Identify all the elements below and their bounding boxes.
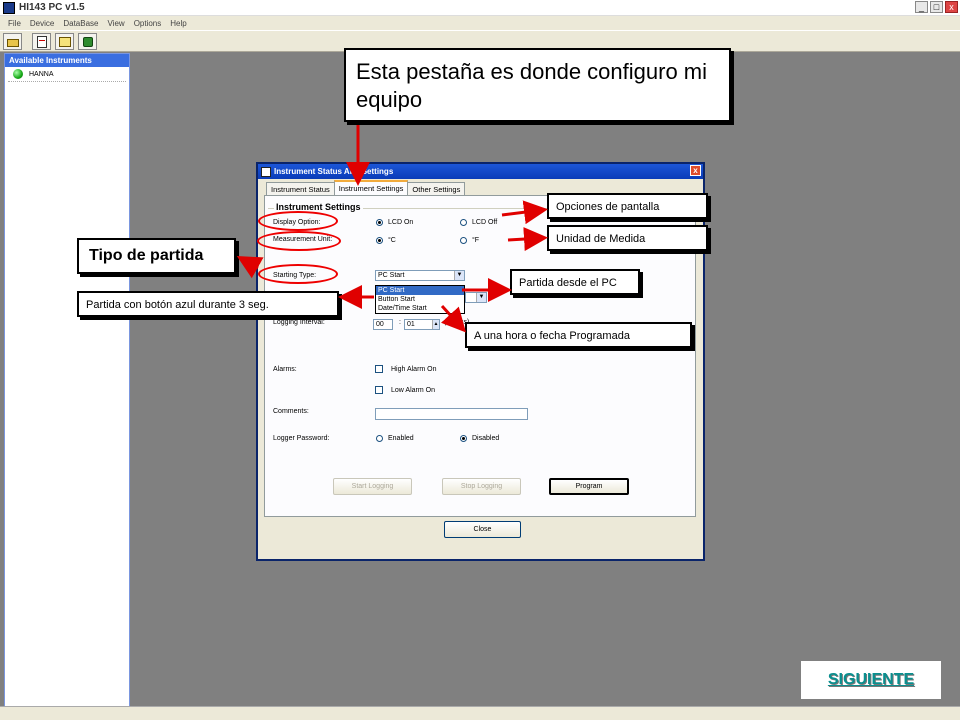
- notes-icon[interactable]: [55, 32, 74, 50]
- menu-device[interactable]: Device: [30, 19, 54, 28]
- menu-file[interactable]: File: [8, 19, 21, 28]
- menu-options[interactable]: Options: [134, 19, 162, 28]
- starting-type-value: PC Start: [378, 272, 405, 279]
- celsius-label: °C: [388, 237, 396, 244]
- minutes-field[interactable]: 00: [373, 319, 393, 330]
- high-alarm-checkbox[interactable]: High Alarm On: [375, 365, 437, 373]
- dialog-title-bar: Instrument Status And Settings x: [258, 164, 703, 179]
- password-disabled-radio[interactable]: Disabled: [460, 435, 499, 442]
- tab-strip: Instrument Status Instrument Settings Ot…: [266, 180, 466, 195]
- boton-azul-callout: Partida con botón azul durante 3 seg.: [77, 291, 339, 317]
- option-button-start[interactable]: Button Start: [376, 295, 464, 304]
- seconds-value: 01: [407, 321, 415, 328]
- menu-help[interactable]: Help: [170, 19, 186, 28]
- option-pc-start[interactable]: PC Start: [376, 286, 464, 295]
- close-dialog-button[interactable]: Close: [444, 521, 521, 538]
- option-date-time-start[interactable]: Date/Time Start: [376, 304, 464, 313]
- window-title: HI143 PC v1.5: [19, 2, 85, 13]
- status-bar: [0, 706, 960, 720]
- opciones-pantalla-callout: Opciones de pantalla: [547, 193, 708, 219]
- radio-circle-icon: [376, 435, 383, 442]
- instrument-label: HANNA: [29, 70, 54, 78]
- hidden-select[interactable]: ▼: [465, 292, 487, 303]
- tab-explanation-callout: Esta pestaña es donde configuro mi equip…: [344, 48, 731, 122]
- checkbox-icon: [375, 365, 383, 373]
- dialog-title: Instrument Status And Settings: [274, 167, 394, 176]
- radio-circle-icon: [460, 219, 467, 226]
- minutes-value: 00: [376, 321, 384, 328]
- status-led-icon: [13, 69, 23, 79]
- lcd-on-radio[interactable]: LCD On: [376, 219, 413, 226]
- lcd-off-radio[interactable]: LCD Off: [460, 219, 497, 226]
- start-logging-button[interactable]: Start Logging: [333, 478, 412, 495]
- tab-instrument-status[interactable]: Instrument Status: [266, 182, 335, 195]
- display-option-highlight: [258, 211, 338, 231]
- password-enabled-radio[interactable]: Enabled: [376, 435, 414, 442]
- enabled-label: Enabled: [388, 435, 414, 442]
- tipo-partida-callout: Tipo de partida: [77, 238, 236, 274]
- next-link[interactable]: SIGUIENTE: [828, 671, 914, 689]
- menu-view[interactable]: View: [107, 19, 124, 28]
- radio-dot-icon: [460, 435, 467, 442]
- radio-circle-icon: [460, 237, 467, 244]
- low-alarm-label: Low Alarm On: [391, 386, 435, 394]
- dialog-close-icon[interactable]: x: [690, 165, 701, 176]
- radio-dot-icon: [376, 237, 383, 244]
- disabled-label: Disabled: [472, 435, 500, 442]
- lcd-off-label: LCD Off: [472, 219, 498, 226]
- stop-logging-button[interactable]: Stop Logging: [442, 478, 521, 495]
- celsius-radio[interactable]: °C: [376, 237, 396, 244]
- dialog-app-icon: [261, 166, 271, 177]
- chevron-down-icon[interactable]: ▼: [454, 271, 464, 280]
- starting-type-highlight: [258, 264, 338, 284]
- menu-bar: File Device DataBase View Options Help: [0, 16, 960, 30]
- starting-type-dropdown: PC Start Button Start Date/Time Start: [375, 285, 465, 314]
- alarms-label: Alarms:: [273, 366, 297, 373]
- low-alarm-checkbox[interactable]: Low Alarm On: [375, 386, 435, 394]
- logging-interval-label: Logging Interval:: [273, 319, 325, 326]
- measurement-unit-highlight: [257, 231, 341, 251]
- chevron-down-icon[interactable]: ▼: [476, 293, 486, 302]
- instrument-item-hanna[interactable]: HANNA: [8, 67, 126, 82]
- hora-fecha-callout: A una hora o fecha Programada: [465, 322, 692, 348]
- open-folder-icon[interactable]: [3, 32, 22, 50]
- unidad-medida-callout: Unidad de Medida: [547, 225, 708, 251]
- fahrenheit-label: °F: [472, 237, 480, 244]
- minimize-button[interactable]: _: [915, 1, 928, 13]
- tab-instrument-settings[interactable]: Instrument Settings: [333, 180, 409, 195]
- time-separator: :: [399, 319, 401, 326]
- tab-other-settings[interactable]: Other Settings: [407, 182, 466, 195]
- fahrenheit-radio[interactable]: °F: [460, 237, 479, 244]
- menu-database[interactable]: DataBase: [63, 19, 98, 28]
- logger-password-label: Logger Password:: [273, 435, 330, 442]
- checkbox-icon: [375, 386, 383, 394]
- program-button[interactable]: Program: [549, 478, 629, 495]
- app-icon: [3, 1, 15, 14]
- comments-input[interactable]: [375, 408, 528, 420]
- instruments-panel: Available Instruments HANNA: [4, 53, 130, 720]
- close-button[interactable]: x: [945, 1, 958, 13]
- high-alarm-label: High Alarm On: [391, 365, 437, 373]
- spinner-arrows-icon[interactable]: ▲: [432, 320, 439, 329]
- starting-type-select[interactable]: PC Start ▼: [375, 270, 465, 281]
- document-icon[interactable]: [32, 32, 51, 50]
- radio-dot-icon: [376, 219, 383, 226]
- seconds-field[interactable]: 01 ▲: [404, 319, 440, 330]
- comments-label: Comments:: [273, 408, 309, 415]
- window-controls: _ □ x: [915, 1, 958, 13]
- instruments-panel-header: Available Instruments: [5, 54, 129, 67]
- export-icon[interactable]: [78, 32, 97, 50]
- title-bar: HI143 PC v1.5 _ □ x: [0, 0, 960, 16]
- maximize-button[interactable]: □: [930, 1, 943, 13]
- lcd-on-label: LCD On: [388, 219, 414, 226]
- partida-pc-callout: Partida desde el PC: [510, 269, 640, 295]
- next-link-box: SIGUIENTE: [801, 661, 941, 699]
